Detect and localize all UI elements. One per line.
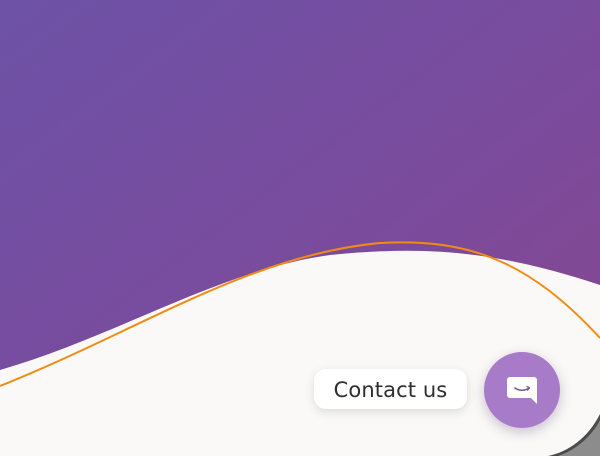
- contact-us-label: Contact us: [333, 377, 448, 402]
- contact-us-button[interactable]: Contact us: [314, 369, 467, 409]
- chat-bubble-icon: [507, 377, 537, 404]
- page: Contact us: [0, 0, 600, 456]
- chat-launcher-button[interactable]: [484, 352, 560, 428]
- corner-shadow: [548, 414, 600, 456]
